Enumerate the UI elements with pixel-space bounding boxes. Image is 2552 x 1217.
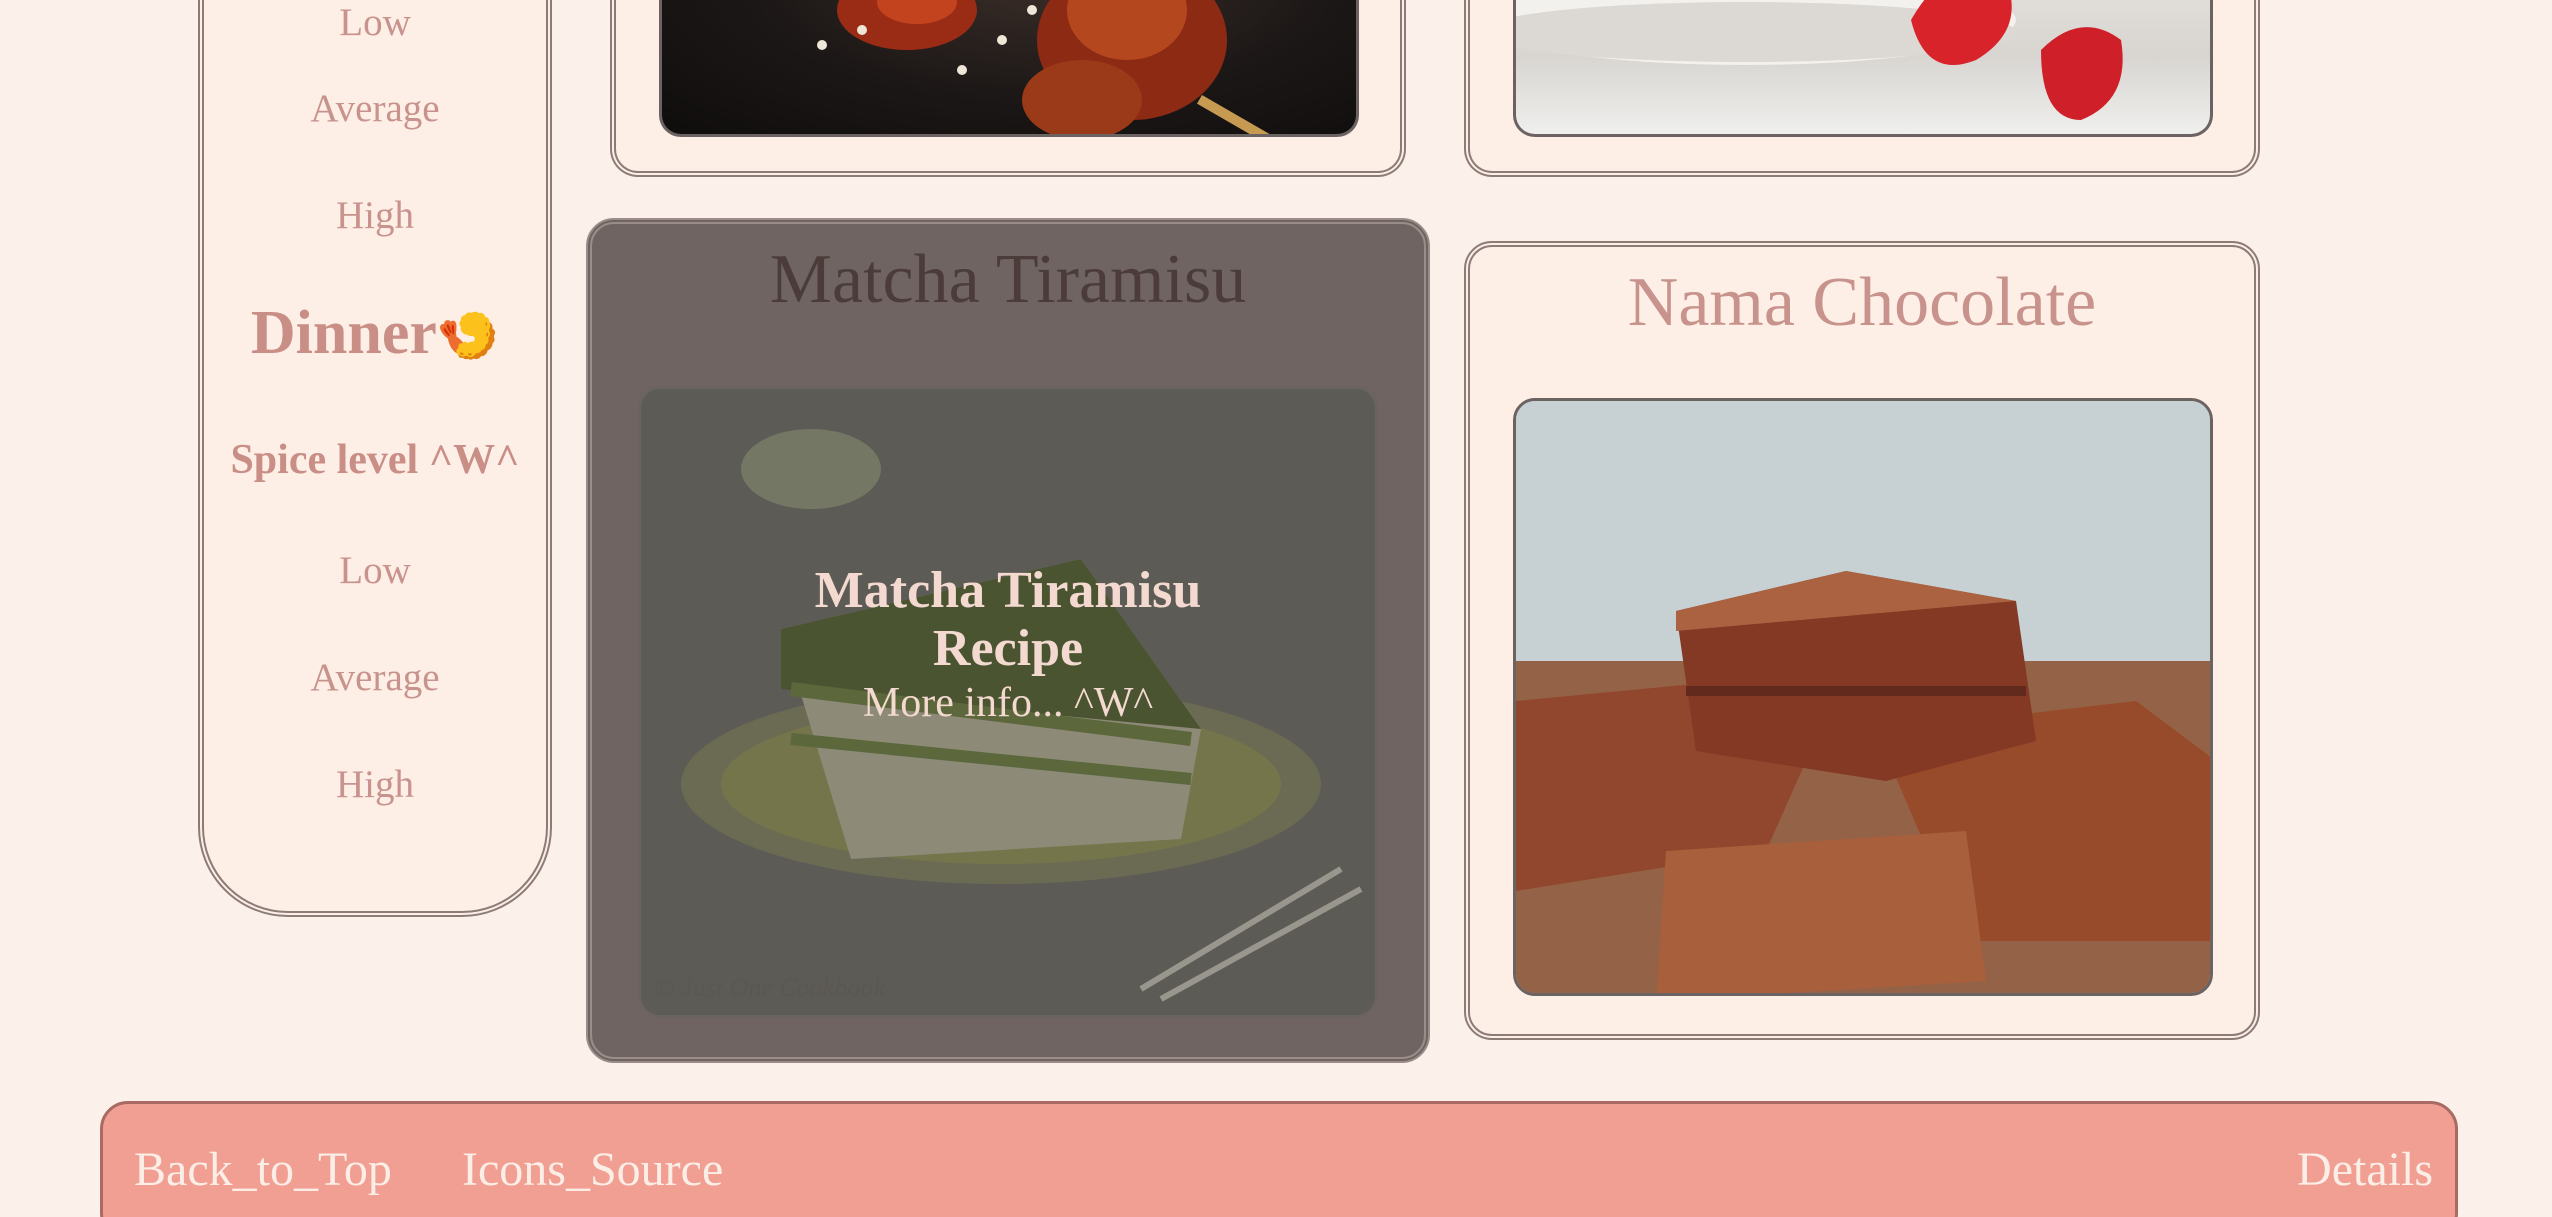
- strawberry-illustration: [1516, 0, 2123, 120]
- spice-level-label: Spice level ^W^: [230, 437, 520, 483]
- matcha-tiramisu-image[interactable]: Matcha Tiramisu Recipe More info... ^W^ …: [638, 386, 1378, 1018]
- lunch-spice-average[interactable]: Average: [204, 86, 546, 131]
- strawberry-dessert-image: [1513, 0, 2213, 137]
- sidebar-menu: Low Average High Dinner🍤 Spice level ^W^…: [198, 0, 552, 917]
- card-title: Matcha Tiramisu: [769, 241, 1247, 318]
- watermark: © Just One Cookbook: [655, 973, 885, 1002]
- recipe-card-yakitori[interactable]: [610, 0, 1406, 177]
- recipe-card-nama-chocolate[interactable]: Nama Chocolate: [1464, 241, 2260, 1040]
- overlay-more-info-link[interactable]: More info... ^W^: [641, 679, 1375, 727]
- back-to-top-link[interactable]: Back_to_Top: [134, 1142, 392, 1197]
- yakitori-illustration: [817, 0, 1315, 134]
- dinner-spice-high[interactable]: High: [204, 762, 546, 807]
- nama-chocolate-illustration: [1516, 401, 2210, 993]
- lunch-spice-low[interactable]: Low: [204, 0, 546, 45]
- yakitori-image: [659, 0, 1359, 137]
- icons-source-link[interactable]: Icons_Source: [462, 1142, 723, 1197]
- card-title: Nama Chocolate: [1627, 264, 2097, 341]
- dinner-spice-low[interactable]: Low: [204, 548, 546, 593]
- shrimp-icon: 🍤: [436, 308, 500, 364]
- footer-bar: Back_to_Top Icons_Source Details: [100, 1101, 2458, 1217]
- nama-chocolate-image: [1513, 398, 2213, 996]
- details-link[interactable]: Details: [2297, 1142, 2433, 1197]
- dinner-spice-average[interactable]: Average: [204, 655, 546, 700]
- overlay-title: Matcha Tiramisu: [814, 562, 1202, 619]
- lunch-spice-high[interactable]: High: [204, 193, 546, 238]
- dinner-heading[interactable]: Dinner🍤: [204, 298, 546, 369]
- recipe-card-strawberry[interactable]: [1464, 0, 2260, 177]
- recipe-card-matcha-tiramisu[interactable]: Matcha Tiramisu Matcha Tiramisu Recipe M…: [586, 218, 1430, 1063]
- overlay-title-recipe: Recipe: [932, 620, 1084, 677]
- page: Low Average High Dinner🍤 Spice level ^W^…: [0, 0, 2552, 1217]
- dinner-label: Dinner: [250, 299, 437, 367]
